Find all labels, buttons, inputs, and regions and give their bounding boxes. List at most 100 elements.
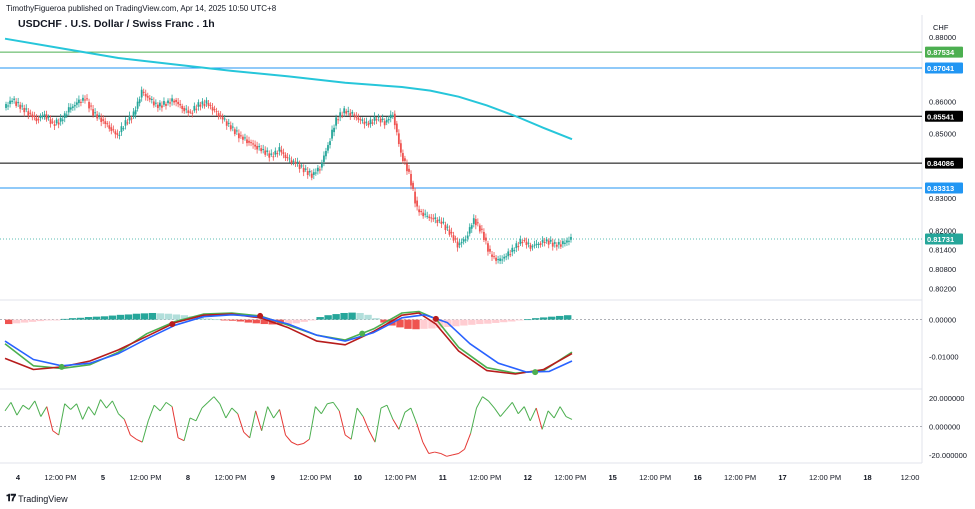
oscillator-segment (482, 396, 489, 402)
candle-body (460, 241, 463, 244)
candle-body (252, 143, 254, 145)
candle-body (122, 128, 125, 130)
candle-body (363, 121, 366, 125)
candle-body (102, 119, 105, 121)
candle-body (404, 158, 406, 161)
candle-body (71, 106, 74, 108)
histogram-bar (460, 319, 468, 326)
oscillator-segment (10, 402, 18, 416)
oscillator-segment (153, 404, 161, 412)
candle-body (173, 100, 175, 103)
oscillator-segment (141, 420, 149, 443)
oscillator-segment (374, 407, 382, 443)
oscillator-segment (237, 413, 245, 433)
candle-body (314, 172, 317, 174)
candle-body (169, 102, 171, 104)
candle-body (282, 152, 285, 155)
candle-body (209, 105, 212, 107)
time-tick-label: 4 (16, 473, 21, 482)
candle-body (493, 256, 495, 258)
candle-body (43, 114, 46, 116)
histogram-bar (356, 312, 364, 320)
candle-body (161, 105, 163, 108)
oscillator-segment (314, 406, 322, 415)
candle-body (533, 244, 536, 246)
histogram-bar (52, 319, 61, 321)
candle-body (456, 241, 459, 248)
candle-body (29, 112, 32, 114)
candle-body (237, 133, 240, 139)
candle-body (321, 163, 323, 168)
candle-body (191, 112, 194, 114)
candle-body (539, 243, 542, 245)
histogram-bar (404, 319, 412, 329)
histogram-bar (340, 312, 348, 320)
candle-body (296, 161, 299, 163)
histogram-bar (516, 319, 524, 321)
candle-body (497, 259, 499, 261)
candle-body (142, 91, 145, 93)
candle-body (189, 111, 192, 113)
price-tick-label: 0.80800 (929, 265, 956, 274)
level-badge-label: 0.84086 (927, 159, 954, 168)
candle-body (80, 101, 82, 103)
candle-body (553, 242, 556, 244)
level-badge-label: 0.87534 (927, 48, 955, 57)
candle-body (557, 242, 560, 245)
time-tick-label: 18 (863, 473, 871, 482)
oscillator-segment (291, 441, 298, 446)
candle-body (399, 143, 402, 153)
candle-body (171, 98, 173, 102)
oscillator-segment (159, 402, 167, 412)
candle-body (11, 100, 13, 102)
candle-body (527, 242, 530, 244)
histogram-bar (492, 319, 500, 323)
candle-body (23, 107, 26, 113)
candle-body (499, 258, 502, 261)
oscillator-segment (94, 399, 101, 416)
oscillator-tick-label: -20.000000 (929, 451, 967, 460)
candle-body (211, 107, 214, 111)
histogram-bar (252, 319, 260, 324)
candle-body (225, 121, 228, 126)
candle-body (185, 108, 188, 110)
histogram-bar (524, 319, 532, 321)
time-tick-label: 12 (524, 473, 532, 482)
candle-body (300, 165, 303, 167)
candle-body (41, 116, 44, 118)
candle-body (349, 112, 352, 116)
price-tick-label: 0.85000 (929, 130, 956, 139)
candle-body (223, 118, 226, 120)
candle-body (288, 158, 291, 160)
candle-body (331, 129, 333, 139)
candle-body (397, 133, 400, 145)
candle-body (270, 153, 273, 155)
cross-marker (58, 363, 65, 370)
candle-body (272, 156, 275, 158)
candle-body (140, 89, 143, 98)
candle-body (268, 153, 271, 158)
histogram-bar (68, 318, 77, 320)
candle-body (483, 231, 485, 241)
histogram-bar (372, 318, 380, 320)
time-tick-label: 12:00 (901, 473, 920, 482)
candle-body (205, 100, 208, 104)
histogram-bar (60, 318, 69, 320)
tradingview-logo-icon: 𝟏𝟕 (6, 493, 16, 504)
candle-body (175, 99, 178, 103)
tradingview-footer[interactable]: 𝟏𝟕 TradingView (6, 493, 68, 504)
oscillator-segment (76, 403, 84, 420)
candle-body (408, 168, 410, 172)
candle-body (197, 102, 200, 107)
candle-body (213, 109, 216, 111)
oscillator-segment (517, 406, 525, 415)
candle-body (541, 239, 544, 243)
candle-body (458, 243, 461, 245)
oscillator-segment (273, 409, 280, 419)
candle-body (240, 135, 242, 137)
chart-canvas[interactable]: CHF0.880000.860000.850000.830000.820000.… (0, 0, 975, 509)
candle-body (501, 259, 504, 261)
candle-body (327, 145, 329, 151)
candle-body (163, 101, 165, 105)
candle-body (375, 119, 378, 121)
